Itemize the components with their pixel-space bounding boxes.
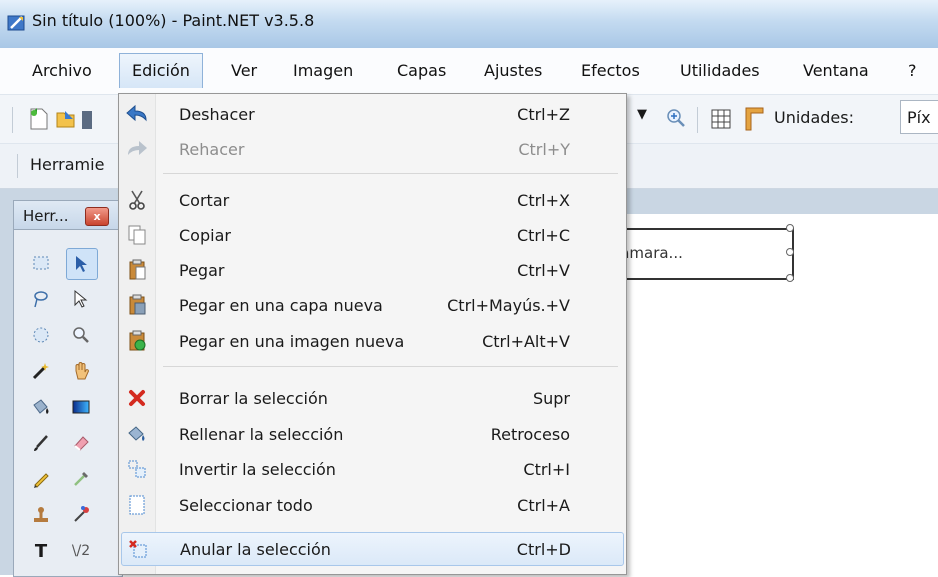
gradient-icon[interactable] xyxy=(66,392,96,422)
deselect-icon xyxy=(126,537,150,561)
menu-edicion[interactable]: Edición xyxy=(119,53,203,88)
paste-layer-icon xyxy=(125,293,149,317)
rectangle-select-icon[interactable] xyxy=(26,248,56,278)
new-file-icon[interactable] xyxy=(28,107,50,131)
open-file-icon[interactable] xyxy=(55,107,77,131)
resize-handle[interactable] xyxy=(786,248,794,256)
menu-capas[interactable]: Capas xyxy=(397,61,446,80)
ellipse-select-icon[interactable] xyxy=(26,320,56,350)
toolbar-separator xyxy=(697,107,698,133)
move-selection-icon[interactable] xyxy=(66,248,98,280)
redo-icon xyxy=(125,137,149,161)
recolor-icon[interactable] xyxy=(66,500,96,530)
menu-archivo[interactable]: Archivo xyxy=(32,61,92,80)
ruler-icon[interactable] xyxy=(743,106,765,132)
menu-item-anular-seleccion[interactable]: Anular la selección Ctrl+D xyxy=(121,532,624,566)
zoom-dropdown-arrow-icon[interactable]: ▼ xyxy=(637,107,647,122)
menu-separator xyxy=(163,173,618,174)
zoom-in-icon[interactable] xyxy=(666,108,686,128)
menu-ventana[interactable]: Ventana xyxy=(803,61,869,80)
tools-window-title: Herr... xyxy=(23,207,69,225)
paintbrush-icon[interactable] xyxy=(26,428,56,458)
menu-item-seleccionar-todo[interactable]: Seleccionar todo Ctrl+A xyxy=(121,489,622,521)
paintnet-app-icon xyxy=(7,15,25,31)
grid-icon[interactable] xyxy=(710,108,732,130)
units-select[interactable]: Píx xyxy=(900,100,938,134)
title-bar: Sin título (100%) - Paint.NET v3.5.8 xyxy=(0,0,938,48)
resize-handle[interactable] xyxy=(786,274,794,282)
toolbar-separator xyxy=(12,107,13,133)
menu-utilidades[interactable]: Utilidades xyxy=(680,61,760,80)
eraser-icon[interactable] xyxy=(66,428,96,458)
save-icon[interactable] xyxy=(82,109,92,131)
menu-ver[interactable]: Ver xyxy=(231,61,257,80)
menu-item-invertir-seleccion[interactable]: Invertir la selección Ctrl+I xyxy=(121,453,622,485)
close-icon[interactable]: x xyxy=(85,207,109,226)
fill-bucket-icon xyxy=(125,422,149,446)
units-label: Unidades: xyxy=(774,108,854,127)
menu-help[interactable]: ? xyxy=(908,61,917,80)
paste-image-icon xyxy=(125,329,149,353)
copy-icon xyxy=(125,223,149,247)
line-curve-icon[interactable]: \/2 xyxy=(66,536,96,566)
window-title: Sin título (100%) - Paint.NET v3.5.8 xyxy=(32,11,315,30)
paint-bucket-icon[interactable] xyxy=(26,392,56,422)
undo-icon xyxy=(125,102,149,126)
paste-icon xyxy=(125,258,149,282)
menu-item-rellenar-seleccion[interactable]: Rellenar la selección Retroceso xyxy=(121,418,622,450)
menu-bar: Archivo Edición Ver Imagen Capas Ajustes… xyxy=(0,48,938,95)
menu-imagen[interactable]: Imagen xyxy=(293,61,353,80)
menu-efectos[interactable]: Efectos xyxy=(581,61,640,80)
select-all-icon xyxy=(125,493,149,517)
menu-item-deshacer[interactable]: Deshacer Ctrl+Z xyxy=(121,98,622,130)
resize-handle[interactable] xyxy=(786,224,794,232)
edit-menu-dropdown: Deshacer Ctrl+Z Rehacer Ctrl+Y Cortar Ct… xyxy=(118,93,627,575)
tools-window-header: Herr... x xyxy=(14,201,122,230)
menu-item-pegar-capa-nueva[interactable]: Pegar en una capa nueva Ctrl+Mayús.+V xyxy=(121,289,622,321)
tool-options-label[interactable]: Herramie xyxy=(30,155,104,174)
color-picker-icon[interactable] xyxy=(66,464,96,494)
menu-separator xyxy=(163,366,618,367)
menu-item-cortar[interactable]: Cortar Ctrl+X xyxy=(121,184,622,216)
menu-ajustes[interactable]: Ajustes xyxy=(484,61,542,80)
invert-selection-icon xyxy=(125,457,149,481)
pencil-icon[interactable] xyxy=(26,464,56,494)
delete-x-icon xyxy=(125,386,149,410)
magic-wand-icon[interactable] xyxy=(26,356,56,386)
menu-item-pegar[interactable]: Pegar Ctrl+V xyxy=(121,254,622,286)
menu-item-borrar-seleccion[interactable]: Borrar la selección Supr xyxy=(121,382,622,414)
pan-hand-icon[interactable] xyxy=(66,356,96,386)
move-selected-icon[interactable] xyxy=(66,284,96,314)
clone-stamp-icon[interactable] xyxy=(26,500,56,530)
text-tool-icon[interactable]: T xyxy=(26,536,56,566)
toolbar-separator xyxy=(17,154,18,178)
menu-item-copiar[interactable]: Copiar Ctrl+C xyxy=(121,219,622,251)
zoom-icon[interactable] xyxy=(66,320,96,350)
menu-item-rehacer[interactable]: Rehacer Ctrl+Y xyxy=(121,133,622,165)
scissors-icon xyxy=(125,188,149,212)
menu-item-pegar-imagen-nueva[interactable]: Pegar en una imagen nueva Ctrl+Alt+V xyxy=(121,325,622,357)
tools-window: Herr... x T \/2 xyxy=(13,200,123,577)
lasso-icon[interactable] xyxy=(26,284,56,314)
